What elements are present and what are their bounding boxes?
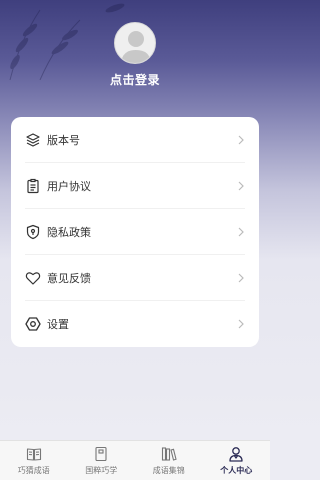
- tab-idiom-collection[interactable]: 成语集锦: [135, 441, 203, 480]
- tab-label: 巧猜成语: [17, 465, 50, 475]
- menu-card: 版本号 用户协议 隐私政策 意见反馈 设置: [11, 117, 259, 347]
- tab-label: 国粹巧学: [85, 465, 118, 475]
- menu-item-label: 用户协议: [47, 179, 91, 193]
- avatar[interactable]: [114, 22, 156, 64]
- menu-item-privacy-policy[interactable]: 隐私政策: [25, 209, 245, 255]
- menu-item-version[interactable]: 版本号: [25, 117, 245, 163]
- chevron-right-icon: [238, 273, 244, 282]
- menu-item-user-agreement[interactable]: 用户协议: [25, 163, 245, 209]
- tab-personal-center[interactable]: 个人中心: [203, 441, 271, 480]
- person-icon: [229, 446, 243, 462]
- shield-icon: [26, 224, 40, 239]
- chevron-right-icon: [238, 319, 244, 329]
- clipboard-icon: [27, 178, 39, 193]
- menu-item-settings[interactable]: 设置: [25, 301, 245, 347]
- chevron-right-icon: [238, 135, 244, 144]
- tab-label: 个人中心: [220, 465, 253, 475]
- heart-icon: [25, 271, 41, 285]
- book-icon: [26, 447, 41, 461]
- notebook-icon: [95, 446, 107, 461]
- books-icon: [161, 446, 177, 461]
- menu-item-label: 版本号: [47, 133, 80, 147]
- login-button[interactable]: 点击登录: [0, 71, 270, 88]
- bottom-tab-bar: 巧猜成语 国粹巧学 成语集锦 个人中心: [0, 440, 270, 480]
- hexagon-settings-icon: [25, 317, 41, 331]
- chevron-right-icon: [238, 181, 244, 190]
- menu-item-label: 意见反馈: [47, 271, 91, 285]
- profile-header: 点击登录: [0, 22, 270, 88]
- menu-item-label: 隐私政策: [47, 225, 91, 239]
- chevron-right-icon: [238, 227, 244, 236]
- tab-quintessence-study[interactable]: 国粹巧学: [68, 441, 136, 480]
- layers-icon: [26, 132, 40, 147]
- tab-guess-idiom[interactable]: 巧猜成语: [0, 441, 68, 480]
- menu-item-feedback[interactable]: 意见反馈: [25, 255, 245, 301]
- menu-item-label: 设置: [47, 318, 69, 331]
- default-avatar-icon: [121, 31, 151, 63]
- tab-label: 成语集锦: [152, 465, 185, 475]
